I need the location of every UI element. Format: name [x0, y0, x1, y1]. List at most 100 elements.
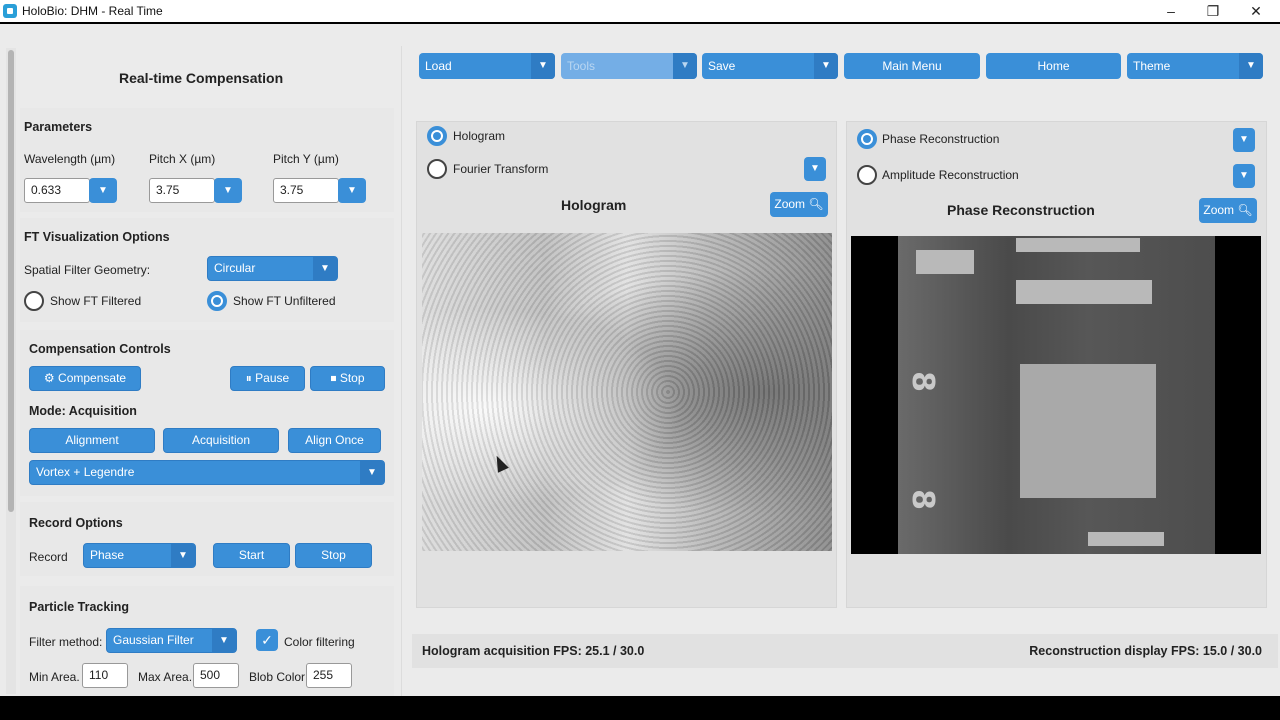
wavelength-field[interactable]: 0.633	[24, 178, 90, 203]
pause-label: Pause	[255, 371, 290, 385]
compensation-section: Compensation Controls ⚙ Compensate ⏸ Pau…	[20, 330, 394, 496]
hologram-view-dropdown[interactable]: ▼	[804, 157, 826, 181]
phase-feature	[1016, 238, 1140, 252]
fourier-transform-label: Fourier Transform	[453, 162, 549, 176]
phase-feature	[1020, 364, 1156, 498]
chevron-down-icon: ▼	[98, 185, 108, 196]
theme-menu[interactable]: Theme ▼	[1127, 53, 1263, 79]
hologram-fps-status: Hologram acquisition FPS: 25.1 / 30.0	[422, 644, 645, 658]
fourier-transform-radio[interactable]	[427, 159, 447, 179]
show-ft-filtered-radio[interactable]	[24, 291, 44, 311]
chevron-down-icon: ▼	[810, 163, 820, 174]
chevron-down-icon: ▼	[212, 629, 236, 652]
phase-view-dropdown[interactable]: ▼	[1233, 128, 1255, 152]
zoom-label: Zoom	[774, 197, 806, 211]
min-area-field[interactable]: 110	[82, 663, 128, 688]
max-area-field[interactable]: 500	[193, 663, 239, 688]
parameters-title: Parameters	[24, 120, 93, 134]
stop-button[interactable]: ⏹ Stop	[310, 366, 385, 391]
pitch-x-dropdown-button[interactable]: ▼	[214, 178, 242, 203]
record-title: Record Options	[29, 516, 123, 530]
pitch-y-field[interactable]: 3.75	[273, 178, 339, 203]
main-menu-button[interactable]: Main Menu	[844, 53, 980, 79]
mode-label: Mode: Acquisition	[29, 404, 137, 418]
compensate-label: Compensate	[58, 371, 127, 385]
home-button[interactable]: Home	[986, 53, 1121, 79]
hologram-radio[interactable]	[427, 126, 447, 146]
record-label: Record	[29, 550, 68, 564]
min-area-label: Min Area.	[29, 670, 80, 684]
color-filtering-checkbox[interactable]: ✓	[256, 629, 278, 651]
phase-zoom-button[interactable]: Zoom 🔍︎	[1199, 198, 1257, 223]
pitch-y-dropdown-button[interactable]: ▼	[338, 178, 366, 203]
acquisition-button[interactable]: Acquisition	[163, 428, 279, 453]
close-button[interactable]: ✕	[1246, 2, 1266, 20]
maximize-button[interactable]: ❐	[1203, 2, 1223, 20]
load-menu[interactable]: Load ▼	[419, 53, 555, 79]
chevron-down-icon: ▼	[171, 544, 195, 567]
save-menu[interactable]: Save ▼	[702, 53, 838, 79]
chevron-down-icon: ▼	[347, 185, 357, 196]
record-type-dropdown[interactable]: Phase ▼	[83, 543, 196, 568]
stop-label: Stop	[339, 371, 365, 385]
amplitude-reconstruction-radio[interactable]	[857, 165, 877, 185]
amplitude-reconstruction-label: Amplitude Reconstruction	[882, 168, 1019, 182]
spatial-filter-geometry-dropdown[interactable]: Circular ▼	[207, 256, 338, 281]
compensate-button[interactable]: ⚙ Compensate	[29, 366, 141, 391]
pause-icon: ⏸	[245, 371, 252, 385]
amplitude-view-dropdown[interactable]: ▼	[1233, 164, 1255, 188]
filter-method-dropdown[interactable]: Gaussian Filter ▼	[106, 628, 237, 653]
show-ft-filtered-label: Show FT Filtered	[50, 294, 142, 308]
load-label: Load	[425, 59, 452, 73]
compensation-method-value: Vortex + Legendre	[36, 465, 135, 479]
phase-digit: 8	[904, 371, 940, 392]
spatial-filter-value: Circular	[214, 261, 256, 275]
minimize-button[interactable]: –	[1161, 2, 1181, 20]
show-ft-unfiltered-radio[interactable]	[207, 291, 227, 311]
status-bar: Hologram acquisition FPS: 25.1 / 30.0 Re…	[412, 634, 1278, 668]
ft-options-section: FT Visualization Options Spatial Filter …	[20, 218, 394, 322]
tools-menu[interactable]: Tools ▼	[561, 53, 697, 79]
blob-color-field[interactable]: 255	[306, 663, 352, 688]
phase-reconstruction-title: Phase Reconstruction	[947, 202, 1095, 218]
magnifier-icon: 🔍︎	[808, 197, 824, 211]
phase-reconstruction-option-label: Phase Reconstruction	[882, 132, 1000, 146]
ft-options-title: FT Visualization Options	[24, 230, 170, 244]
compensation-method-dropdown[interactable]: Vortex + Legendre ▼	[29, 460, 385, 485]
hologram-option-label: Hologram	[453, 129, 506, 143]
hologram-image[interactable]	[422, 233, 832, 551]
chevron-down-icon: ▼	[223, 185, 233, 196]
chevron-down-icon: ▼	[360, 461, 384, 484]
wavelength-dropdown-button[interactable]: ▼	[89, 178, 117, 203]
chevron-down-icon: ▼	[1239, 53, 1263, 79]
phase-reconstruction-image[interactable]: 8 8	[851, 236, 1261, 554]
record-stop-button[interactable]: Stop	[295, 543, 372, 568]
pitch-x-field[interactable]: 3.75	[149, 178, 215, 203]
alignment-button[interactable]: Alignment	[29, 428, 155, 453]
pitch-y-label: Pitch Y (µm)	[273, 152, 339, 166]
compensation-title: Compensation Controls	[29, 342, 171, 356]
spatial-filter-label: Spatial Filter Geometry:	[24, 263, 151, 277]
color-filtering-label: Color filtering	[284, 635, 355, 649]
record-start-button[interactable]: Start	[213, 543, 290, 568]
save-label: Save	[708, 59, 736, 73]
chevron-down-icon: ▼	[313, 257, 337, 280]
blob-color-label: Blob Color	[249, 670, 306, 684]
phase-reconstruction-radio[interactable]	[857, 129, 877, 149]
align-once-button[interactable]: Align Once	[288, 428, 381, 453]
phase-feature	[1016, 280, 1152, 304]
pause-button[interactable]: ⏸ Pause	[230, 366, 305, 391]
filter-method-label: Filter method:	[29, 635, 103, 649]
hologram-zoom-button[interactable]: Zoom 🔍︎	[770, 192, 828, 217]
scrollbar-thumb[interactable]	[8, 50, 14, 512]
chevron-down-icon: ▼	[531, 53, 555, 79]
show-ft-unfiltered-label: Show FT Unfiltered	[233, 294, 336, 308]
gear-icon: ⚙	[43, 371, 55, 385]
app-body: Real-time Compensation Parameters Wavele…	[0, 24, 1280, 696]
filter-method-value: Gaussian Filter	[113, 633, 194, 647]
reconstruction-fps-status: Reconstruction display FPS: 15.0 / 30.0	[1029, 644, 1262, 658]
stop-icon: ⏹	[330, 371, 337, 385]
app-icon	[3, 4, 17, 18]
zoom-label: Zoom	[1203, 203, 1235, 217]
hologram-title: Hologram	[561, 197, 627, 213]
